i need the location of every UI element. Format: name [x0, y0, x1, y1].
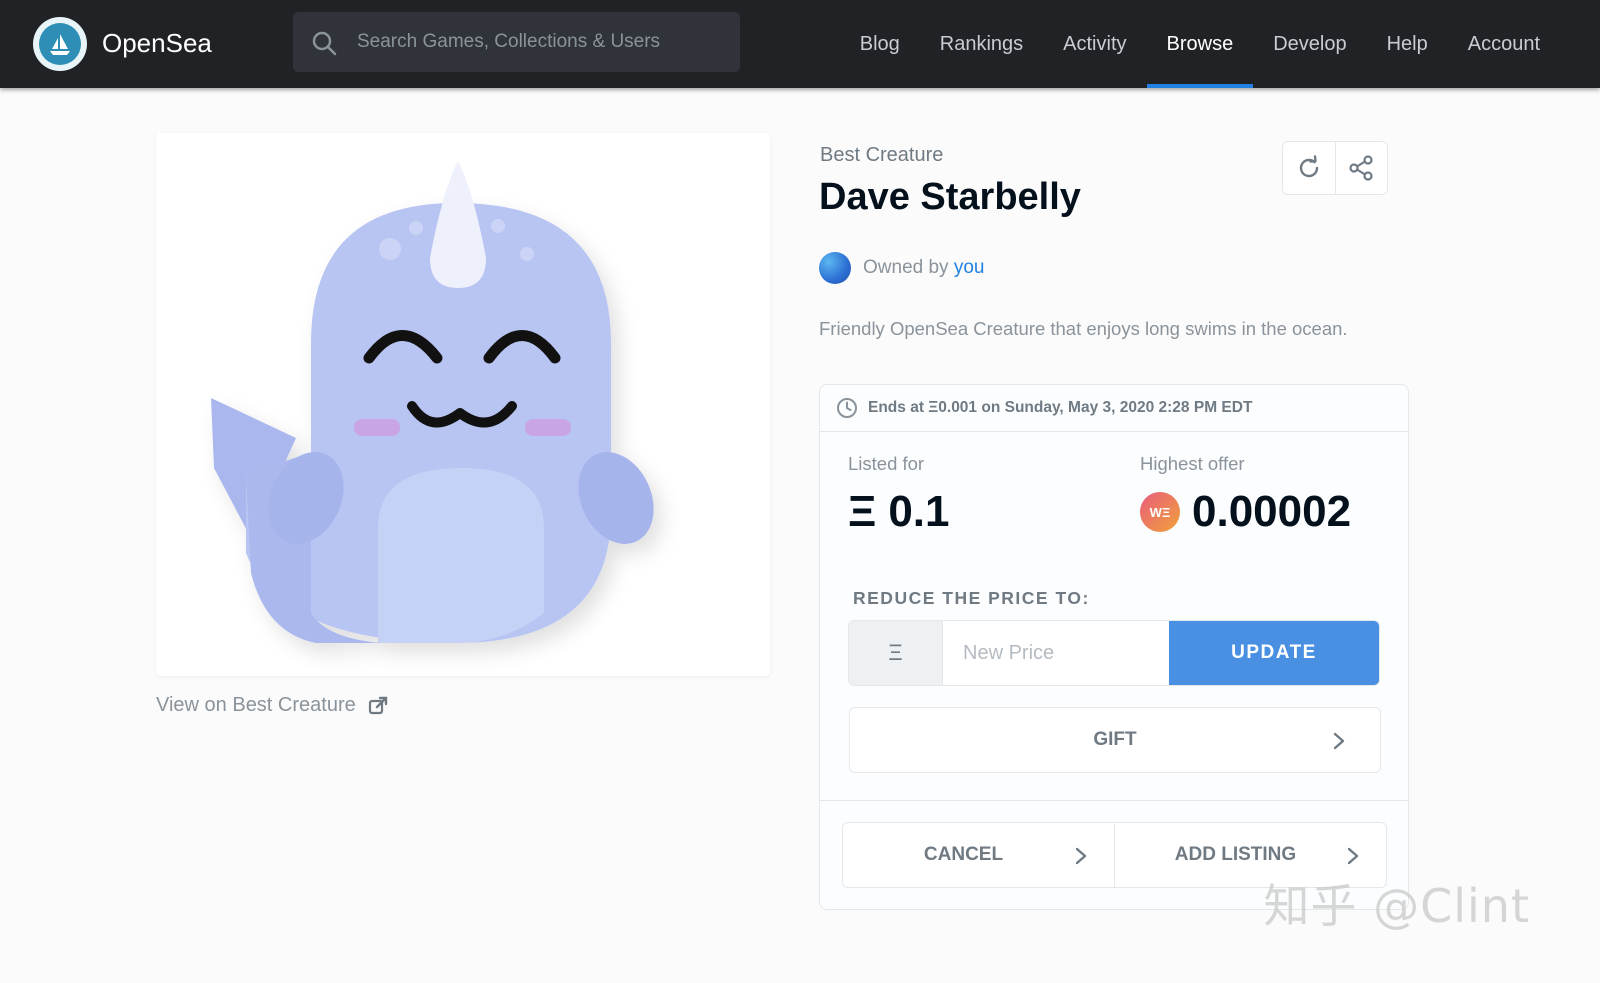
- sale-end-header: Ends at Ξ0.001 on Sunday, May 3, 2020 2:…: [820, 385, 1408, 432]
- nav-rankings[interactable]: Rankings: [920, 0, 1043, 88]
- asset-description: Friendly OpenSea Creature that enjoys lo…: [819, 318, 1348, 339]
- update-price-button[interactable]: UPDATE: [1169, 621, 1379, 685]
- owner-link[interactable]: you: [954, 257, 985, 278]
- chevron-right-icon: [1333, 732, 1345, 750]
- cancel-button-label: CANCEL: [923, 844, 1004, 865]
- opensea-logo[interactable]: [33, 17, 87, 71]
- nav-browse[interactable]: Browse: [1146, 0, 1254, 88]
- listed-price-block: Listed for Ξ 0.1: [848, 453, 950, 537]
- listed-for-label: Listed for: [848, 453, 925, 474]
- new-price-input[interactable]: [943, 621, 1169, 685]
- nav-account[interactable]: Account: [1448, 0, 1560, 88]
- nav-blog[interactable]: Blog: [840, 0, 920, 88]
- brand-name[interactable]: OpenSea: [102, 28, 212, 59]
- gift-button[interactable]: GIFT: [849, 707, 1381, 773]
- chevron-right-icon: [1075, 847, 1087, 865]
- add-listing-button-label: ADD LISTING: [1174, 844, 1297, 865]
- view-link-label: View on Best Creature: [156, 694, 356, 716]
- gift-button-label: GIFT: [1093, 729, 1137, 750]
- asset-title: Dave Starbelly: [819, 176, 1081, 218]
- weth-icon: WΞ: [1140, 492, 1180, 532]
- eth-icon: Ξ: [848, 487, 877, 536]
- currency-selector[interactable]: Ξ: [849, 621, 943, 685]
- owner-info: Owned by you: [819, 252, 984, 284]
- highest-offer-label: Highest offer: [1140, 453, 1245, 474]
- highest-offer-block: Highest offer WΞ 0.00002: [1140, 453, 1351, 537]
- sailboat-icon: [39, 23, 81, 65]
- trade-panel: Ends at Ξ0.001 on Sunday, May 3, 2020 2:…: [819, 384, 1409, 910]
- nav-activity[interactable]: Activity: [1043, 0, 1146, 88]
- search-icon: [312, 31, 337, 56]
- top-navbar: OpenSea Blog Rankings Activity Browse De…: [0, 0, 1600, 88]
- chevron-right-icon: [1347, 847, 1359, 865]
- narwhal-creature-image: [211, 161, 654, 643]
- owned-by-label: Owned by: [863, 257, 949, 278]
- view-on-collection-link[interactable]: View on Best Creature: [156, 694, 388, 717]
- clock-icon: [837, 398, 857, 418]
- refresh-button[interactable]: [1283, 142, 1335, 194]
- search-bar[interactable]: [293, 12, 740, 72]
- owner-avatar[interactable]: [819, 252, 851, 284]
- collection-name[interactable]: Best Creature: [820, 144, 943, 167]
- panel-divider: [820, 800, 1408, 801]
- listed-price-value: 0.1: [888, 487, 950, 536]
- watermark: 知乎 @Clint: [1263, 879, 1530, 933]
- cancel-listing-button[interactable]: CANCEL: [843, 823, 1114, 887]
- new-price-form: Ξ UPDATE: [848, 620, 1380, 686]
- nav-develop[interactable]: Develop: [1253, 0, 1366, 88]
- external-link-icon: [368, 696, 387, 714]
- refresh-icon: [1299, 155, 1318, 178]
- sale-end-text: Ends at Ξ0.001 on Sunday, May 3, 2020 2:…: [868, 399, 1253, 416]
- highest-offer-value: 0.00002: [1192, 487, 1352, 536]
- main-nav: Blog Rankings Activity Browse Develop He…: [840, 0, 1560, 88]
- share-icon: [1349, 155, 1373, 181]
- share-button[interactable]: [1334, 142, 1388, 194]
- asset-image-card: [156, 133, 770, 676]
- nav-help[interactable]: Help: [1367, 0, 1448, 88]
- search-input[interactable]: [357, 12, 727, 72]
- reduce-price-label: REDUCE THE PRICE TO:: [853, 588, 1090, 608]
- asset-actions: [1282, 141, 1388, 195]
